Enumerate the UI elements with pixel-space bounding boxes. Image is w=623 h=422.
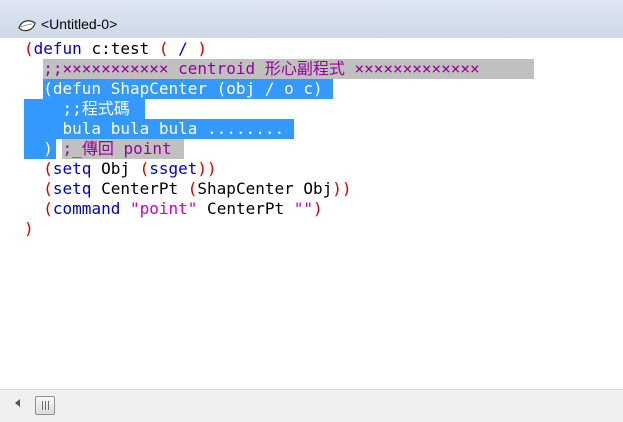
code-token-keyword: / bbox=[168, 39, 198, 58]
code-token-paren: ) bbox=[313, 199, 323, 218]
code-token-selection: bula bula bula ........ bbox=[24, 119, 285, 138]
code-line[interactable]: (defun ShapCenter (obj / o c) bbox=[24, 79, 323, 99]
code-line[interactable]: (setq Obj (ssget)) bbox=[24, 159, 217, 179]
window-title: <Untitled-0> bbox=[41, 16, 118, 32]
code-line[interactable]: bula bula bula ........ bbox=[24, 119, 285, 139]
code-token-comment: ;;××××××××××× centroid 形心副程式 ×××××××××××… bbox=[24, 59, 480, 78]
code-token-keyword: setq bbox=[52, 159, 92, 178]
code-token-paren: )) bbox=[197, 159, 217, 178]
code-token-paren: ) bbox=[197, 39, 208, 58]
title-bar: <Untitled-0> bbox=[0, 0, 623, 39]
code-line[interactable]: ;;程式碼 bbox=[24, 99, 130, 119]
code-token-selection: ;;程式碼 bbox=[24, 99, 130, 118]
code-line[interactable]: ) bbox=[24, 219, 34, 239]
code-token-paren: )) bbox=[332, 179, 352, 198]
code-token-paren: ( bbox=[43, 159, 53, 178]
code-line[interactable]: ) ;_傳回 point bbox=[24, 139, 172, 159]
code-token-keyword: ssget bbox=[149, 159, 198, 178]
code-token-selection: ) bbox=[24, 139, 53, 158]
code-token-text: c:test bbox=[81, 39, 159, 58]
horizontal-scrollbar[interactable] bbox=[0, 389, 623, 422]
code-token-text: ShapCenter Obj bbox=[197, 179, 333, 198]
code-token-paren: ( bbox=[43, 199, 53, 218]
code-token-paren: ( bbox=[24, 39, 34, 58]
code-token-text: CenterPt bbox=[91, 179, 188, 198]
code-token-paren: ) bbox=[24, 219, 34, 238]
grip-icon bbox=[42, 401, 43, 410]
code-line[interactable]: (command "point" CenterPt "") bbox=[24, 199, 323, 219]
file-icon bbox=[18, 20, 36, 32]
grip-icon bbox=[48, 401, 49, 410]
scroll-left-arrow-icon[interactable] bbox=[15, 399, 20, 407]
code-editor[interactable]: (defun c:test ( / ) ;;××××××××××× centro… bbox=[0, 38, 623, 389]
grip-icon bbox=[45, 401, 46, 410]
code-token-keyword: command bbox=[52, 199, 121, 218]
code-token-comment: ;_傳回 point bbox=[62, 139, 172, 158]
code-token-string: "point" bbox=[129, 199, 198, 218]
code-token-paren: ( bbox=[158, 39, 169, 58]
scrollbar-thumb[interactable] bbox=[35, 396, 55, 415]
code-token-paren: ( bbox=[43, 179, 53, 198]
code-line[interactable]: ;;××××××××××× centroid 形心副程式 ×××××××××××… bbox=[24, 59, 480, 79]
code-token-keyword: setq bbox=[52, 179, 92, 198]
code-token-paren: ( bbox=[139, 159, 150, 178]
code-token-paren: ( bbox=[187, 179, 198, 198]
code-token-text: CenterPt bbox=[197, 199, 294, 218]
code-line[interactable]: (setq CenterPt (ShapCenter Obj)) bbox=[24, 179, 352, 199]
code-line[interactable]: (defun c:test ( / ) bbox=[24, 39, 207, 59]
code-token-selection: (defun ShapCenter (obj / o c) bbox=[24, 79, 323, 98]
code-token-keyword: defun bbox=[33, 39, 82, 58]
code-token-text: Obj bbox=[91, 159, 140, 178]
code-token-string: "" bbox=[293, 199, 314, 218]
